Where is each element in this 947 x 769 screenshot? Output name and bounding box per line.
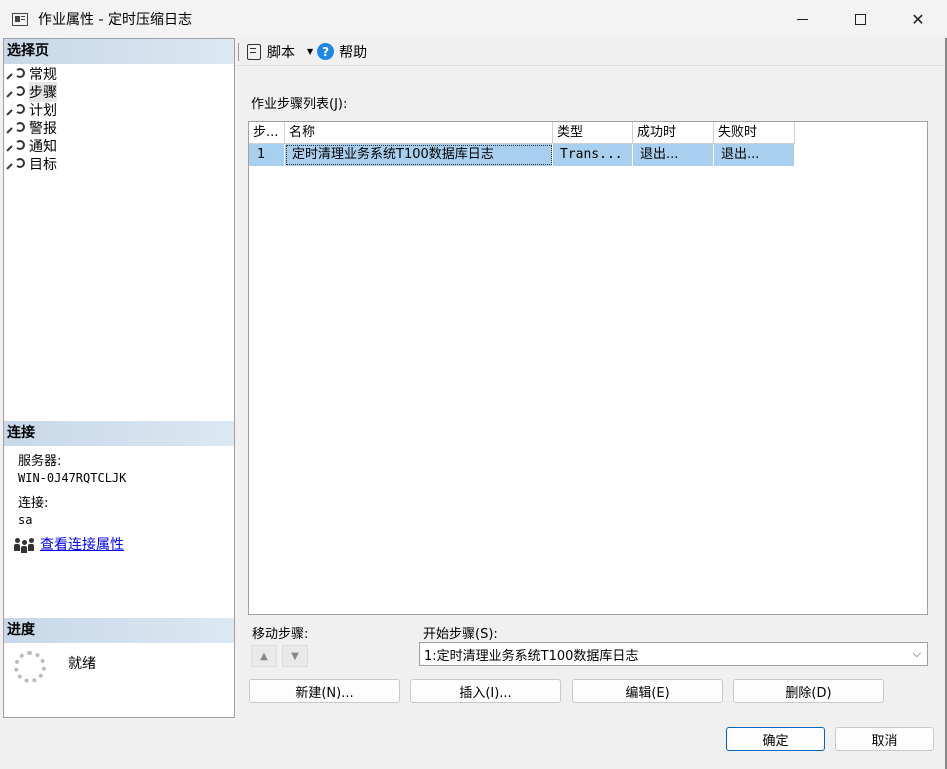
help-icon[interactable]: ?	[317, 43, 335, 60]
page-item-targets[interactable]: 目标	[4, 155, 234, 173]
dialog-footer: 确定 取消	[0, 719, 947, 769]
page-item-label: 警报	[29, 121, 57, 137]
select-page-header: 选择页	[4, 39, 234, 64]
start-step-label: 开始步骤(S):	[423, 627, 498, 642]
move-step-label: 移动步骤:	[252, 627, 309, 642]
steps-list-label: 作业步骤列表(J):	[251, 97, 348, 112]
insert-step-button[interactable]: 插入(I)...	[410, 679, 561, 703]
cell-on-success[interactable]: 退出...	[633, 144, 714, 166]
script-dropdown-icon[interactable]: ▼	[307, 47, 313, 56]
grid-header: 步... 名称 类型 成功时 失败时	[249, 122, 927, 144]
edit-step-button[interactable]: 编辑(E)	[572, 679, 723, 703]
page-item-general[interactable]: 常规	[4, 65, 234, 83]
page-item-label: 常规	[29, 67, 57, 83]
close-button[interactable]: ✕	[889, 0, 947, 38]
delete-step-button[interactable]: 删除(D)	[733, 679, 884, 703]
title-bar: 作业属性 - 定时压缩日志 ✕	[0, 0, 947, 38]
table-row[interactable]: 1 定时清理业务系统T100数据库日志 Trans... 退出... 退出...	[249, 144, 927, 166]
wrench-icon	[10, 140, 25, 152]
minimize-icon	[796, 18, 808, 20]
progress-status: 就绪	[68, 656, 96, 672]
maximize-button[interactable]	[831, 0, 889, 38]
page-item-notifications[interactable]: 通知	[4, 137, 234, 155]
column-header-name[interactable]: 名称	[285, 122, 553, 144]
wrench-icon	[10, 68, 25, 80]
page-item-label: 通知	[29, 139, 57, 155]
connection-properties-icon	[14, 537, 36, 553]
page-list: 常规 步骤 计划 警报 通知 目标	[4, 64, 234, 173]
close-icon: ✕	[911, 9, 925, 29]
maximize-icon	[854, 13, 866, 25]
progress-header: 进度	[4, 618, 234, 643]
wrench-icon	[10, 104, 25, 116]
ok-button[interactable]: 确定	[726, 727, 825, 751]
minimize-button[interactable]	[773, 0, 831, 38]
arrow-down-icon: ▼	[291, 650, 299, 662]
cell-on-failure[interactable]: 退出...	[714, 144, 795, 166]
move-up-button[interactable]: ▲	[251, 645, 277, 667]
start-step-select[interactable]: 1:定时清理业务系统T100数据库日志 ⌵	[419, 642, 928, 666]
start-step-value: 1:定时清理业务系统T100数据库日志	[424, 648, 639, 664]
page-item-schedules[interactable]: 计划	[4, 101, 234, 119]
window-icon	[12, 12, 28, 26]
toolbar-grip	[238, 42, 239, 61]
page-item-alerts[interactable]: 警报	[4, 119, 234, 137]
new-step-button[interactable]: 新建(N)...	[249, 679, 400, 703]
connection-label: 连接:	[18, 496, 49, 511]
page-item-steps[interactable]: 步骤	[4, 82, 234, 102]
move-down-button[interactable]: ▼	[282, 645, 308, 667]
steps-page: 作业步骤列表(J): 步... 名称 类型 成功时 失败时 1 定时清理业务系统…	[236, 67, 946, 719]
server-label: 服务器:	[18, 454, 62, 469]
column-header-on-success[interactable]: 成功时	[633, 122, 714, 144]
connection-value: sa	[18, 513, 33, 527]
cell-type[interactable]: Trans...	[553, 144, 633, 166]
steps-grid[interactable]: 步... 名称 类型 成功时 失败时 1 定时清理业务系统T100数据库日志 T…	[248, 121, 928, 615]
cancel-button[interactable]: 取消	[835, 727, 934, 751]
connection-section: 连接 服务器: WIN-0J47RQTCLJK 连接: sa 查看连接属性	[4, 421, 234, 553]
help-button[interactable]: 帮助	[339, 42, 367, 62]
page-item-label: 步骤	[29, 82, 57, 102]
wrench-icon	[10, 122, 25, 134]
column-header-on-failure[interactable]: 失败时	[714, 122, 795, 144]
cell-step[interactable]: 1	[249, 144, 285, 166]
window-controls: ✕	[773, 0, 947, 38]
page-item-label: 计划	[29, 103, 57, 119]
script-button[interactable]: 脚本	[267, 42, 295, 62]
progress-section: 进度 就绪	[4, 618, 234, 683]
column-header-type[interactable]: 类型	[553, 122, 633, 144]
wrench-icon	[10, 86, 25, 98]
window-title: 作业属性 - 定时压缩日志	[38, 12, 192, 28]
left-panel: 选择页 常规 步骤 计划 警报 通知 目标 连接 服务器: WIN-0J47RQ…	[3, 38, 235, 718]
page-item-label: 目标	[29, 157, 57, 173]
toolbar: 脚本 ▼ ? 帮助	[236, 38, 946, 66]
wrench-icon	[10, 158, 25, 170]
script-icon[interactable]	[247, 43, 261, 60]
arrow-up-icon: ▲	[260, 650, 268, 662]
column-header-step[interactable]: 步...	[249, 122, 285, 144]
cell-name[interactable]: 定时清理业务系统T100数据库日志	[285, 144, 553, 166]
server-value: WIN-0J47RQTCLJK	[18, 471, 127, 485]
connection-header: 连接	[4, 421, 234, 446]
chevron-down-icon[interactable]: ⌵	[913, 647, 921, 661]
view-connection-properties-link[interactable]: 查看连接属性	[40, 537, 124, 553]
progress-spinner-icon	[14, 651, 46, 683]
